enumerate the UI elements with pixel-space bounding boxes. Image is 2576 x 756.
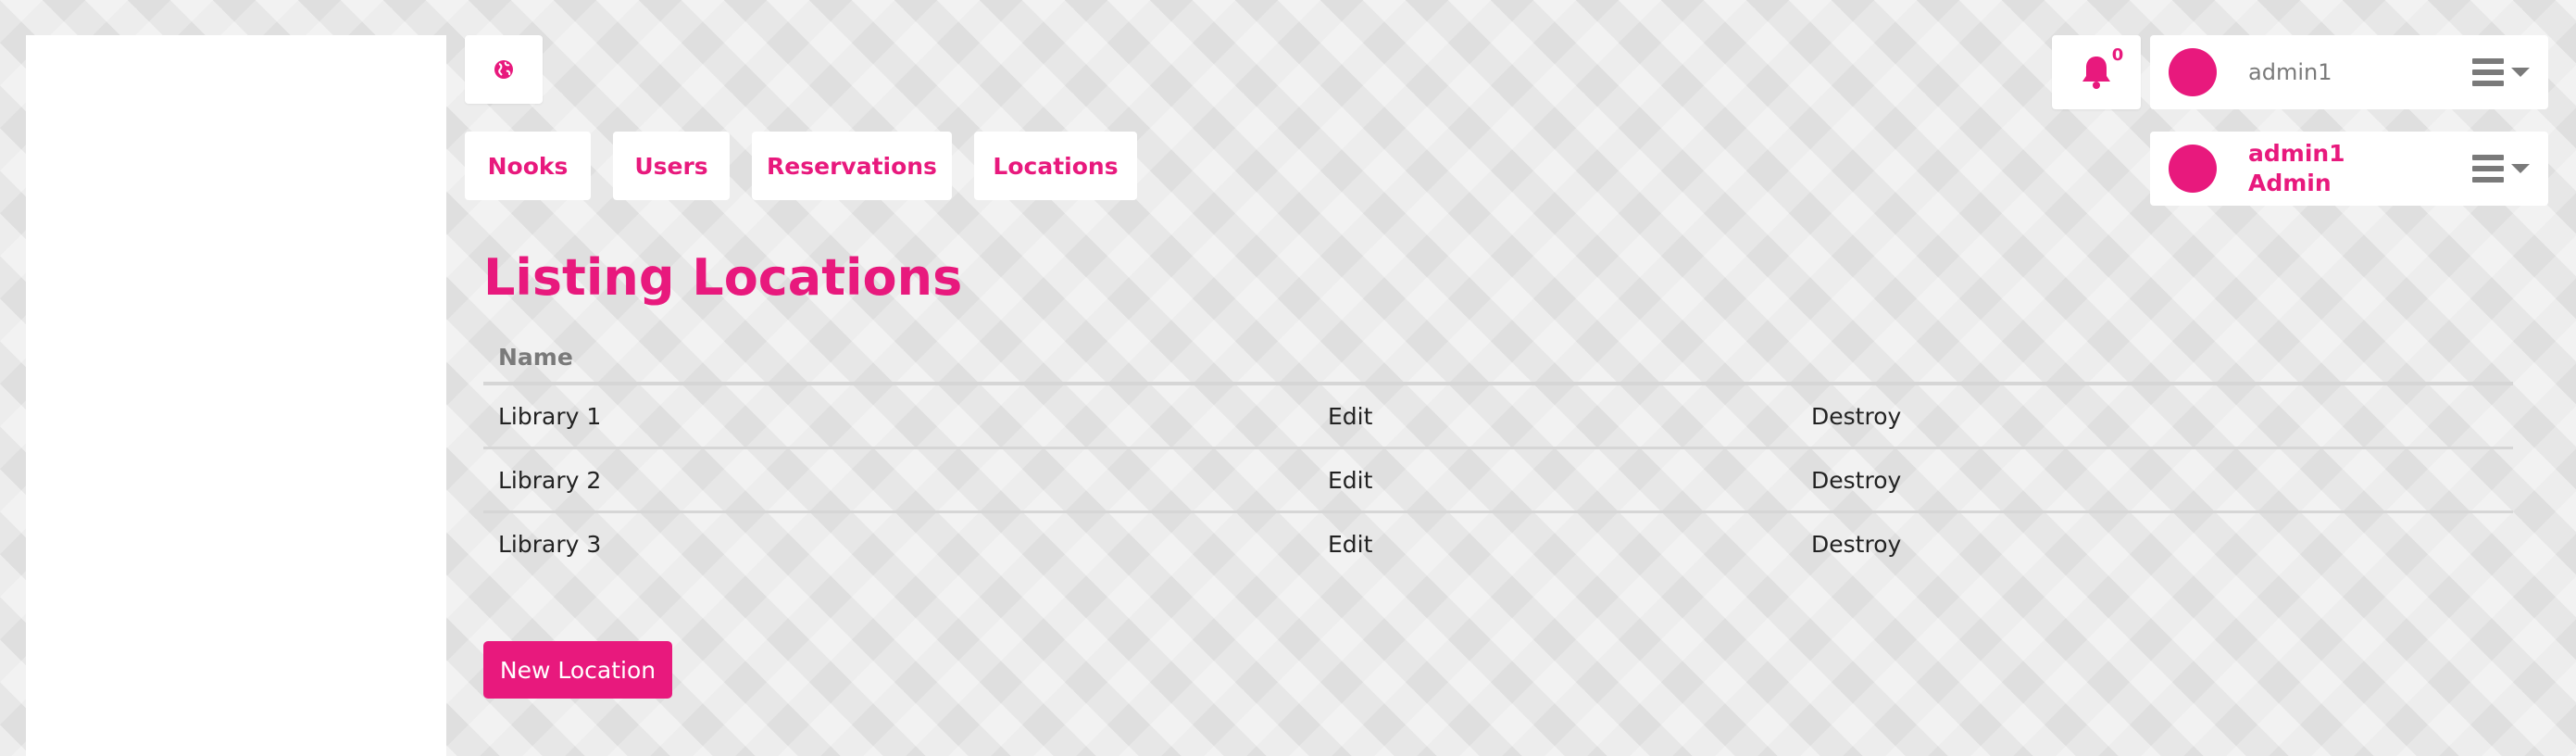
- profile-name: admin1: [2248, 140, 2345, 167]
- sidebar: [26, 35, 446, 756]
- destroy-link[interactable]: Destroy: [1811, 403, 1901, 430]
- edit-link[interactable]: Edit: [1328, 531, 1372, 558]
- location-name: Library 1: [483, 384, 1313, 449]
- caret-down-icon: [2511, 164, 2530, 173]
- language-button[interactable]: [465, 35, 543, 104]
- hamburger-icon: [2472, 58, 2504, 86]
- table-row: Library 3 Edit Destroy: [483, 512, 2513, 575]
- locations-table: Name Library 1 Edit Destroy Library 2 Ed…: [483, 332, 2513, 574]
- avatar: [2169, 145, 2217, 193]
- destroy-link[interactable]: Destroy: [1811, 531, 1901, 558]
- location-name: Library 2: [483, 447, 1313, 513]
- user-menu[interactable]: admin1: [2150, 35, 2548, 109]
- profile-menu-toggle[interactable]: [2472, 155, 2530, 183]
- edit-link[interactable]: Edit: [1328, 467, 1372, 494]
- column-header-destroy: [1796, 332, 2513, 385]
- caret-down-icon: [2511, 68, 2530, 77]
- column-header-name: Name: [483, 332, 1313, 385]
- location-name: Library 3: [498, 530, 602, 558]
- new-location-button[interactable]: New Location: [483, 641, 672, 699]
- nav-reservations[interactable]: Reservations: [752, 132, 952, 200]
- profile-role: Admin: [2248, 170, 2332, 196]
- hamburger-icon: [2472, 155, 2504, 183]
- nav-nooks[interactable]: Nooks: [465, 132, 591, 200]
- table-row: Library 2 Edit Destroy: [483, 447, 2513, 513]
- profile-card[interactable]: admin1 Admin: [2150, 132, 2548, 206]
- column-header-edit: [1313, 332, 1796, 385]
- edit-link[interactable]: Edit: [1328, 403, 1372, 430]
- notifications-button[interactable]: 0: [2052, 35, 2141, 109]
- globe-icon: [494, 60, 513, 79]
- destroy-link[interactable]: Destroy: [1811, 467, 1901, 494]
- page-title: Listing Locations: [483, 248, 963, 307]
- nav-users[interactable]: Users: [613, 132, 730, 200]
- user-menu-toggle[interactable]: [2472, 58, 2530, 86]
- nav-locations[interactable]: Locations: [974, 132, 1137, 200]
- table-header-row: Name: [483, 332, 2513, 385]
- table-row: Library 1 Edit Destroy: [483, 384, 2513, 449]
- avatar: [2169, 48, 2217, 96]
- notification-count-badge: 0: [2104, 41, 2132, 69]
- username-label: admin1: [2248, 59, 2332, 85]
